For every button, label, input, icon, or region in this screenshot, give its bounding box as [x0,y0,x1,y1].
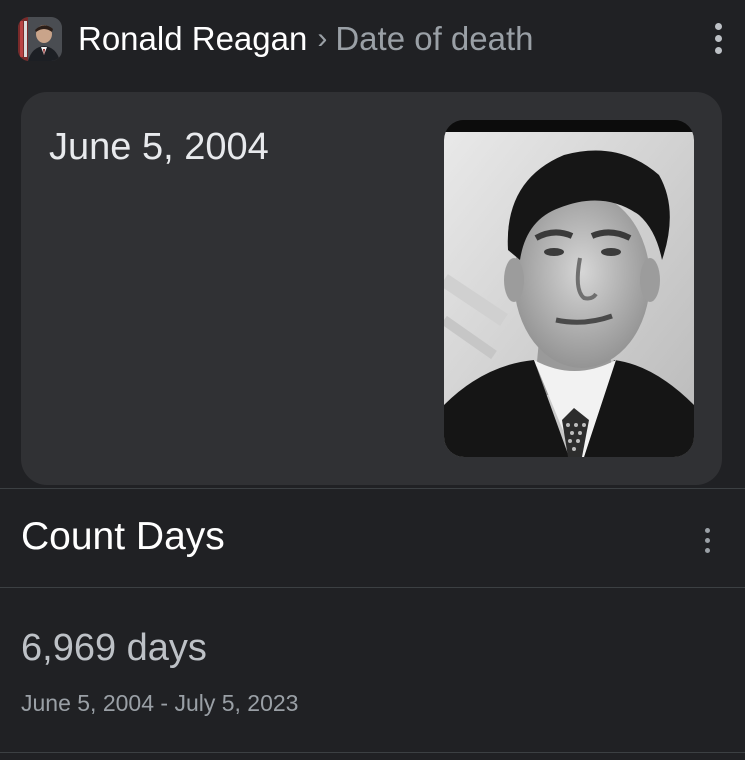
ronald-reagan-portrait-icon [444,120,694,457]
breadcrumb: Ronald Reagan › Date of death [78,19,534,59]
answer-card: June 5, 2004 [21,92,722,485]
entity-photo[interactable] [444,120,694,457]
breadcrumb-entity[interactable]: Ronald Reagan [78,20,307,58]
kebab-dot [714,46,722,54]
kebab-dot [704,547,710,553]
search-result-page: Ronald Reagan › Date of death June 5, 20… [0,0,745,760]
section-divider [0,752,745,753]
kebab-dot [704,527,710,533]
kebab-dot [714,34,722,42]
more-vert-icon[interactable] [708,18,728,58]
kebab-dot [704,537,710,543]
breadcrumb-header: Ronald Reagan › Date of death [0,0,745,82]
section-title: Count Days [21,515,225,558]
section-divider [0,488,745,489]
answer-value: June 5, 2004 [49,126,269,168]
day-count-value: 6,969 days [21,627,207,669]
date-range: June 5, 2004 - July 5, 2023 [21,690,299,716]
breadcrumb-attribute: Date of death [335,20,534,57]
more-vert-icon[interactable] [697,520,717,560]
ronald-reagan-avatar-icon [18,17,62,61]
entity-avatar[interactable] [18,17,62,61]
kebab-dot [714,22,722,30]
breadcrumb-separator: › [317,22,328,55]
section-divider [0,587,745,588]
